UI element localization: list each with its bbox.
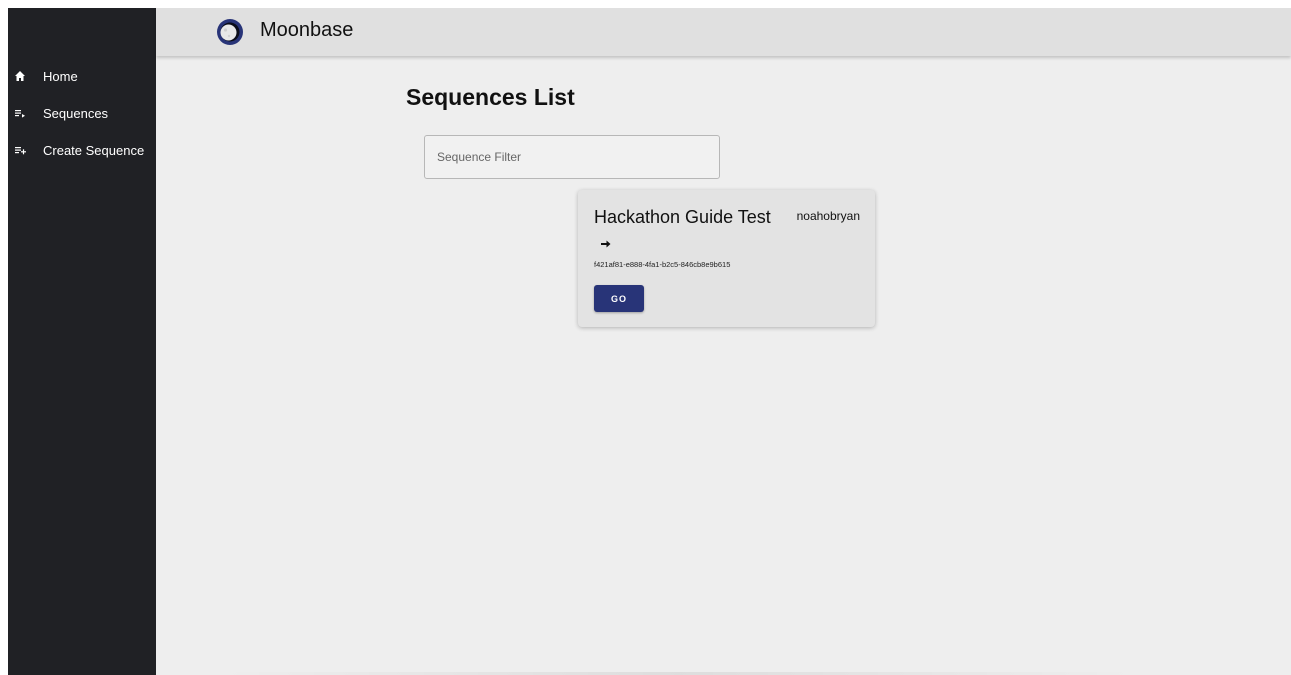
moon-logo-icon[interactable] [216,18,244,46]
sidebar-item-label: Home [43,68,78,84]
playlist-add-icon [13,143,27,157]
sequence-owner: noahobryan [796,209,860,223]
home-icon [13,69,27,83]
sequence-card: Hackathon Guide Test noahobryan f421af81… [578,190,875,327]
playlist-play-icon [13,106,27,120]
app-window: Home Sequences Create Sequence Moonbase … [8,8,1291,675]
sequence-filter-input[interactable] [424,135,720,179]
arrow-right-icon [600,237,612,249]
sidebar-item-label: Sequences [43,105,109,121]
sidebar-item-sequences[interactable]: Sequences [8,98,156,128]
sidebar: Home Sequences Create Sequence [8,8,156,675]
app-header: Moonbase [156,8,1291,56]
sidebar-item-label: Create Sequence [43,142,145,158]
app-title: Moonbase [260,19,354,41]
page-title: Sequences List [406,84,575,110]
go-button[interactable]: GO [594,285,644,312]
sequence-title: Hackathon Guide Test [594,207,771,227]
sidebar-item-create-sequence[interactable]: Create Sequence [8,135,156,165]
sequence-id: f421af81-e888-4fa1-b2c5-846cb8e9b615 [594,260,731,269]
sidebar-item-home[interactable]: Home [8,61,156,91]
